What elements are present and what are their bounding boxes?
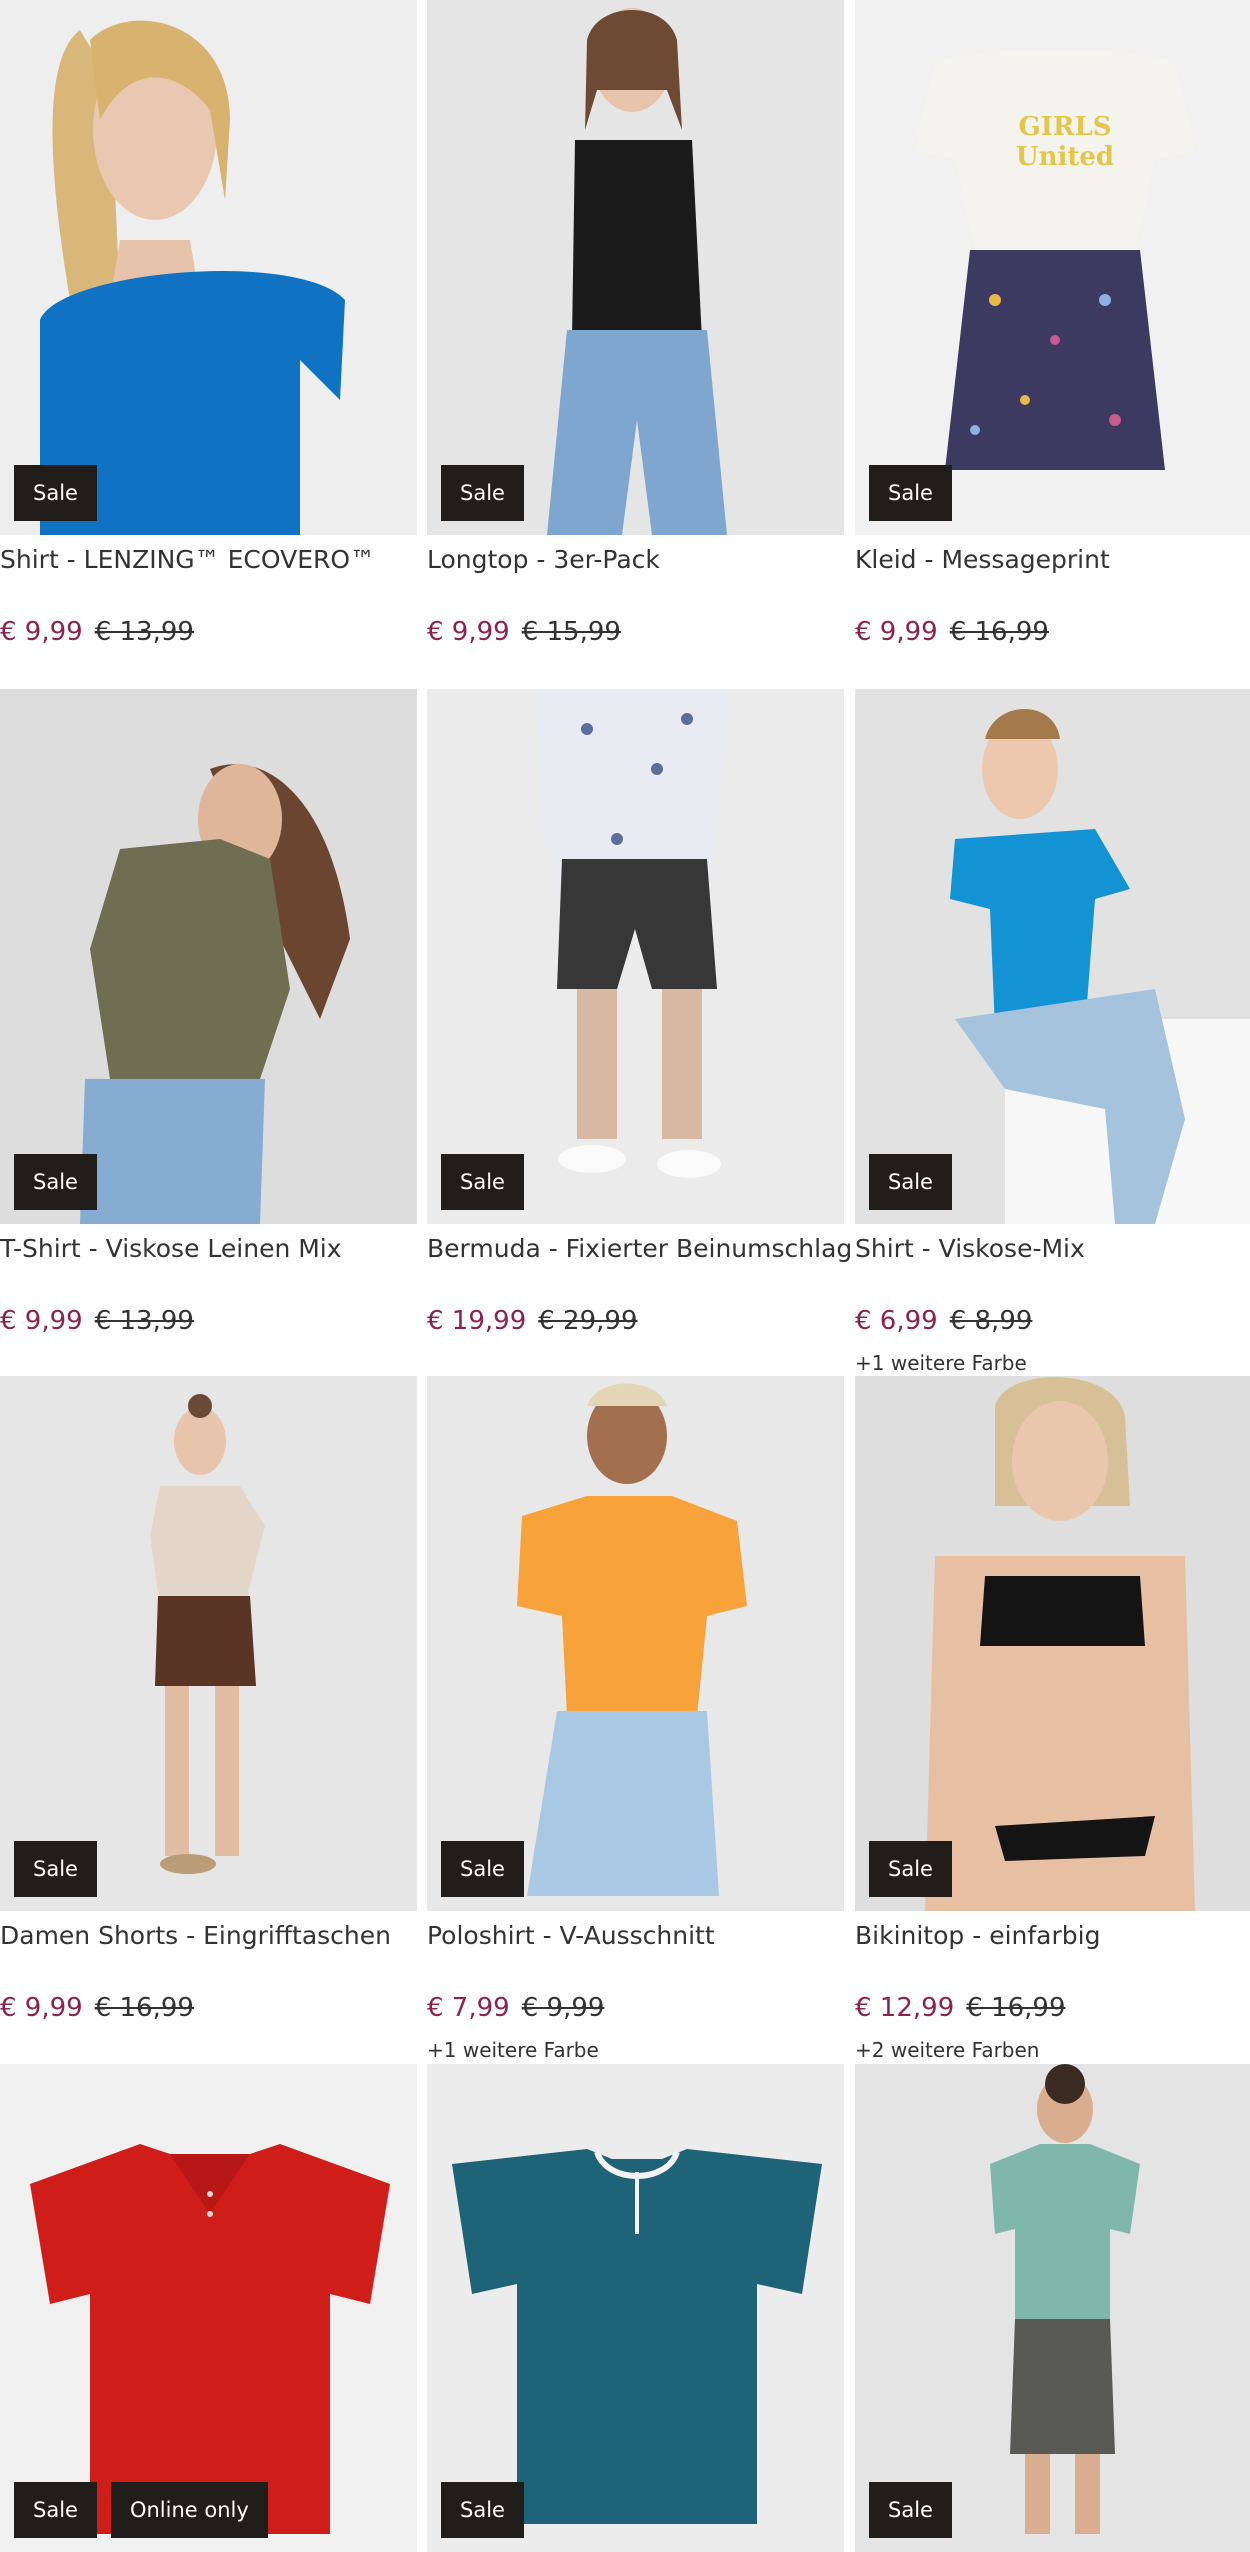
product-name[interactable]: Shirt - LENZING™ ECOVERO™	[0, 544, 375, 576]
product-name[interactable]: Damen Shorts - Eingrifftaschen	[0, 1920, 391, 1952]
product-name[interactable]: Kleid - Messageprint	[855, 544, 1110, 576]
product-name[interactable]: Shirt - Viskose-Mix	[855, 1233, 1085, 1265]
sale-badge: Sale	[441, 2482, 524, 2538]
product-image[interactable]: Sale	[427, 0, 844, 535]
sale-badge: Sale	[441, 1154, 524, 1210]
sale-badge: Sale	[14, 465, 97, 521]
product-name[interactable]: T-Shirt - Viskose Leinen Mix	[0, 1233, 342, 1265]
product-card[interactable]: GIRLS United Sale Kleid - Messageprint €…	[855, 0, 1250, 672]
product-card[interactable]: Sale Bermuda - Fixierter Beinumschlag € …	[427, 689, 852, 1361]
product-card[interactable]: Sale Damen Shorts - Eingrifftaschen € 9,…	[0, 1376, 417, 2048]
more-colors[interactable]: +2 weitere Farben	[855, 2038, 1039, 2062]
sale-price: € 7,99	[427, 1993, 510, 2023]
product-image[interactable]: Sale	[855, 2064, 1250, 2552]
original-price: € 29,99	[538, 1306, 638, 1336]
original-price: € 9,99	[521, 1993, 605, 2023]
product-card[interactable]: Sale Longtop - 3er-Pack € 9,99 € 15,99	[427, 0, 844, 672]
online-only-badge: Online only	[110, 2482, 268, 2538]
product-grid: Sale Shirt - LENZING™ ECOVERO™ € 9,99 € 1…	[0, 0, 1250, 2552]
product-card[interactable]: Sale T-Shirt - Viskose Leinen Mix € 9,99…	[0, 689, 417, 1361]
product-name[interactable]: Bikinitop - einfarbig	[855, 1920, 1100, 1952]
product-card[interactable]: Sale Shirt - Viskose-Mix € 6,99 € 8,99 +1…	[855, 689, 1250, 1375]
sale-price: € 9,99	[0, 1993, 83, 2023]
product-image[interactable]: Sale	[0, 1376, 417, 1911]
sale-price: € 9,99	[855, 617, 938, 647]
product-image[interactable]: Sale	[855, 1376, 1250, 1911]
original-price: € 16,99	[966, 1993, 1066, 2023]
product-card[interactable]: Sale	[855, 2064, 1250, 2552]
sale-price: € 9,99	[0, 617, 83, 647]
original-price: € 15,99	[521, 617, 621, 647]
sale-badge: Sale	[14, 1841, 97, 1897]
product-name[interactable]: Longtop - 3er-Pack	[427, 544, 660, 576]
product-card[interactable]: Sale Online only	[0, 2064, 417, 2552]
product-card[interactable]: Sale Poloshirt - V-Ausschnitt € 7,99 € 9,…	[427, 1376, 844, 2062]
sale-badge: Sale	[441, 1841, 524, 1897]
original-price: € 16,99	[949, 617, 1049, 647]
original-price: € 13,99	[94, 1306, 194, 1336]
print-text: GIRLS United	[1015, 112, 1115, 172]
original-price: € 13,99	[94, 617, 194, 647]
sale-badge: Sale	[869, 465, 952, 521]
sale-badge: Sale	[869, 1154, 952, 1210]
sale-badge: Sale	[441, 465, 524, 521]
product-image[interactable]: Sale	[427, 689, 844, 1224]
product-image[interactable]: Sale	[427, 1376, 844, 1911]
product-card[interactable]: Sale	[427, 2064, 844, 2552]
sale-price: € 9,99	[427, 617, 510, 647]
sale-badge: Sale	[14, 1154, 97, 1210]
sale-price: € 12,99	[855, 1993, 955, 2023]
product-image[interactable]: Sale	[855, 689, 1250, 1224]
original-price: € 8,99	[949, 1306, 1033, 1336]
product-card[interactable]: Sale Shirt - LENZING™ ECOVERO™ € 9,99 € 1…	[0, 0, 417, 672]
sale-price: € 6,99	[855, 1306, 938, 1336]
product-image[interactable]: GIRLS United Sale	[855, 0, 1250, 535]
product-image[interactable]: Sale	[0, 0, 417, 535]
sale-badge: Sale	[869, 1841, 952, 1897]
product-image[interactable]: Sale	[427, 2064, 844, 2552]
product-name[interactable]: Poloshirt - V-Ausschnitt	[427, 1920, 715, 1952]
original-price: € 16,99	[94, 1993, 194, 2023]
more-colors[interactable]: +1 weitere Farbe	[855, 1351, 1027, 1375]
product-card[interactable]: Sale Bikinitop - einfarbig € 12,99 € 16,9…	[855, 1376, 1250, 2062]
product-image[interactable]: Sale	[0, 689, 417, 1224]
product-name[interactable]: Bermuda - Fixierter Beinumschlag	[427, 1233, 852, 1265]
sale-price: € 9,99	[0, 1306, 83, 1336]
product-image[interactable]: Sale Online only	[0, 2064, 417, 2552]
sale-badge: Sale	[14, 2482, 97, 2538]
sale-badge: Sale	[869, 2482, 952, 2538]
more-colors[interactable]: +1 weitere Farbe	[427, 2038, 599, 2062]
sale-price: € 19,99	[427, 1306, 527, 1336]
